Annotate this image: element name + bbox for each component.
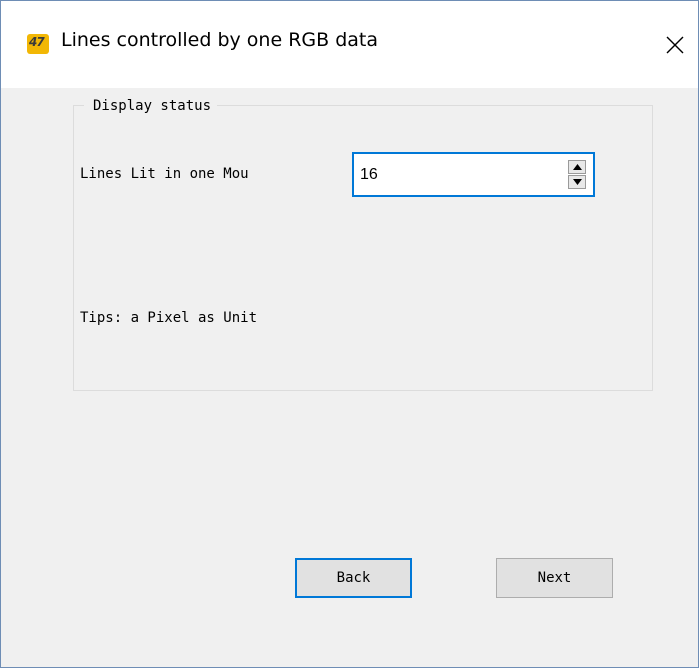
lines-lit-input[interactable] [360, 164, 550, 186]
app-icon: 47 [27, 34, 49, 54]
spin-buttons [568, 160, 586, 190]
next-button[interactable]: Next [496, 558, 613, 598]
spin-down-button[interactable] [568, 175, 586, 189]
window-title: Lines controlled by one RGB data [61, 29, 378, 51]
group-legend: Display status [84, 96, 218, 116]
triangle-up-icon [573, 164, 582, 170]
title-bar: 47 Lines controlled by one RGB data [1, 1, 698, 88]
back-button[interactable]: Back [295, 558, 412, 598]
app-icon-text: 47 [29, 35, 45, 49]
close-icon [666, 36, 684, 54]
dialog-window: 47 Lines controlled by one RGB data Disp… [0, 0, 699, 668]
lines-lit-label: Lines Lit in one Mou [80, 166, 249, 182]
lines-lit-spinbox[interactable] [352, 152, 595, 197]
display-status-group [73, 105, 653, 391]
close-button[interactable] [653, 23, 697, 67]
tips-text: Tips: a Pixel as Unit [80, 310, 258, 326]
triangle-down-icon [573, 179, 582, 185]
spin-up-button[interactable] [568, 160, 586, 174]
